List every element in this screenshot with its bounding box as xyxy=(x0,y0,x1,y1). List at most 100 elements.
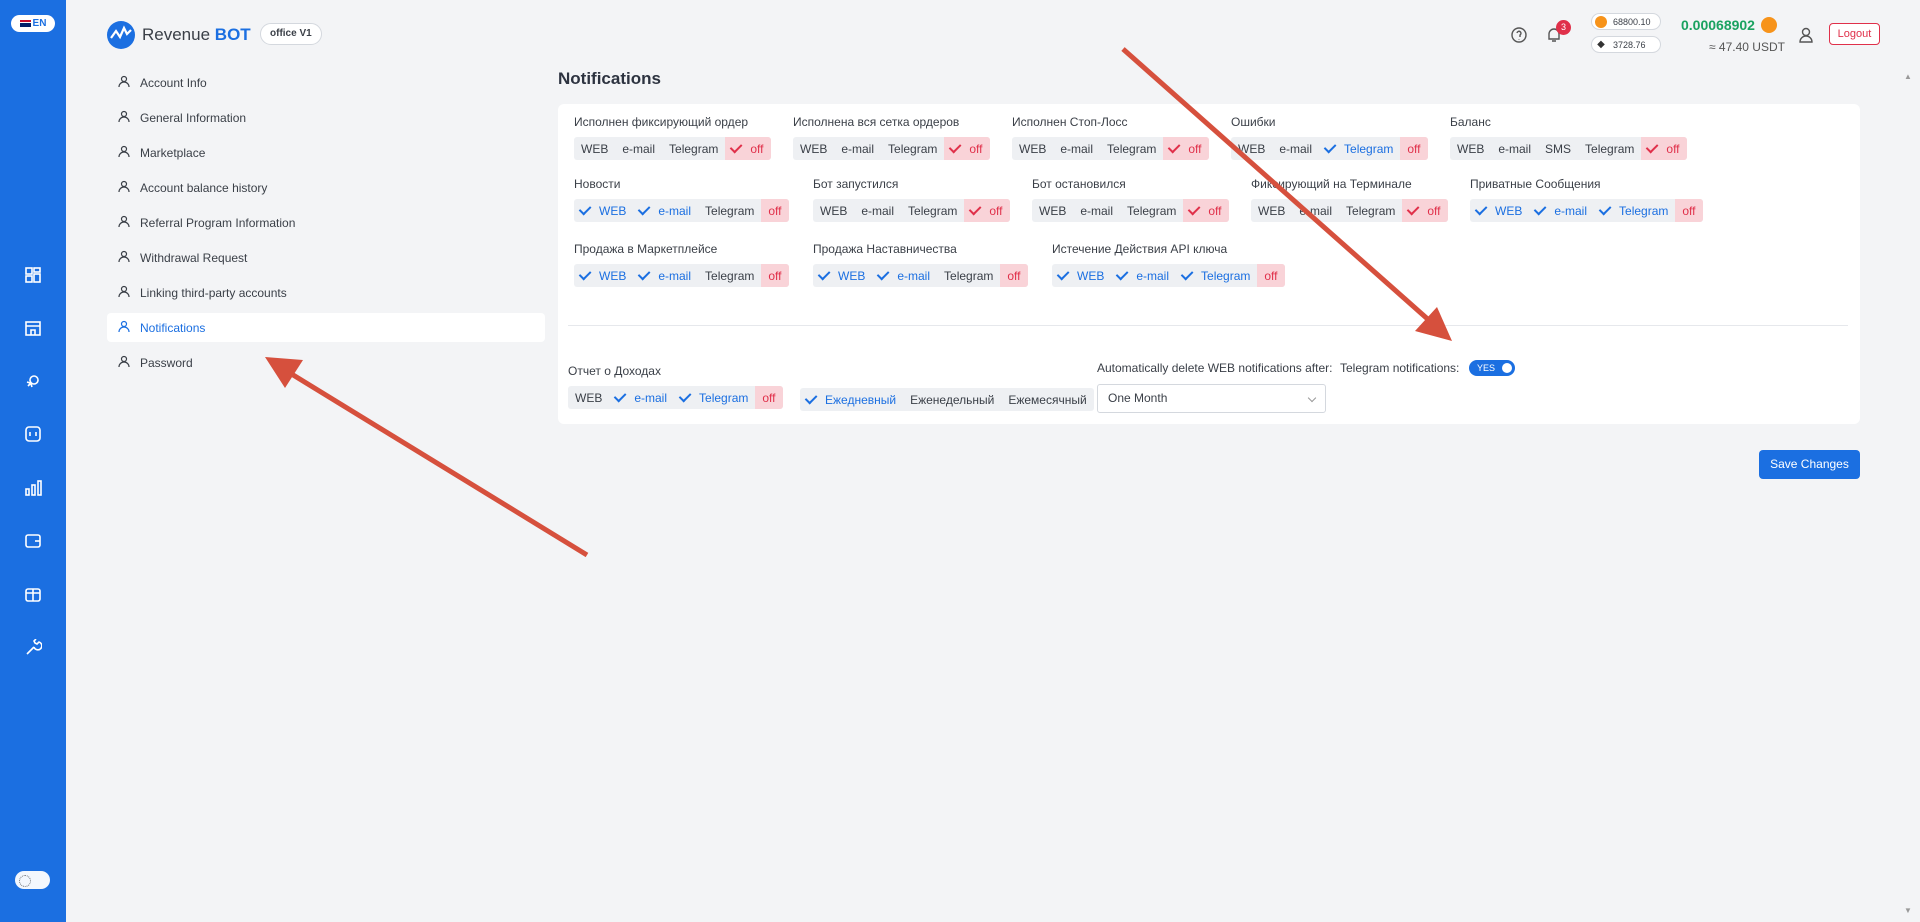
channel-option[interactable]: Telegram xyxy=(674,386,755,409)
menu-item-linking-third-party-accounts[interactable]: Linking third-party accounts xyxy=(107,278,545,307)
logout-button[interactable]: Logout xyxy=(1829,23,1880,45)
channel-option[interactable]: Telegram xyxy=(1578,137,1641,160)
off-option[interactable]: off xyxy=(944,137,990,160)
channel-option[interactable]: e-mail xyxy=(872,264,937,287)
store-icon[interactable] xyxy=(22,317,44,339)
off-option[interactable]: off xyxy=(964,199,1010,222)
rocket-icon[interactable] xyxy=(22,370,44,392)
menu-item-marketplace[interactable]: Marketplace xyxy=(107,138,545,167)
channel-option[interactable]: e-mail xyxy=(834,137,881,160)
off-option[interactable]: off xyxy=(1402,199,1448,222)
frequency-option[interactable]: Еженедельный xyxy=(903,388,1001,411)
channel-option[interactable]: e-mail xyxy=(1272,137,1319,160)
check-icon xyxy=(1407,202,1420,216)
off-option[interactable]: off xyxy=(1183,199,1229,222)
channel-option[interactable]: e-mail xyxy=(609,386,674,409)
channel-option[interactable]: WEB xyxy=(1012,137,1053,160)
wrench-icon[interactable] xyxy=(22,637,44,659)
page-title: Notifications xyxy=(558,69,661,88)
frequency-option[interactable]: Ежедневный xyxy=(800,388,903,411)
channel-option[interactable]: WEB xyxy=(1052,264,1111,287)
channel-option[interactable]: Telegram xyxy=(937,264,1000,287)
channel-option[interactable]: Telegram xyxy=(1339,199,1402,222)
menu-item-referral-program-information[interactable]: Referral Program Information xyxy=(107,208,545,237)
channel-option[interactable]: Telegram xyxy=(1176,264,1257,287)
channel-option-label: e-mail xyxy=(1279,141,1313,156)
menu-item-notifications[interactable]: Notifications xyxy=(107,313,545,342)
channel-option[interactable]: e-mail xyxy=(1491,137,1538,160)
brand-logo[interactable]: Revenue BOT xyxy=(106,20,251,50)
channel-option[interactable]: WEB xyxy=(813,199,854,222)
channel-option[interactable]: Telegram xyxy=(881,137,944,160)
dashboard-icon[interactable] xyxy=(22,264,44,286)
channel-option[interactable]: e-mail xyxy=(1053,137,1100,160)
channel-option[interactable]: WEB xyxy=(1470,199,1529,222)
channel-option[interactable]: e-mail xyxy=(1529,199,1594,222)
menu-item-withdrawal-request[interactable]: Withdrawal Request xyxy=(107,243,545,272)
help-icon[interactable] xyxy=(1508,24,1530,46)
menu-item-account-balance-history[interactable]: Account balance history xyxy=(107,173,545,202)
auto-delete-select[interactable]: One Month xyxy=(1097,384,1326,413)
gift-icon[interactable] xyxy=(22,583,44,605)
channel-options: WEB e-mail Telegram off xyxy=(574,264,789,287)
channel-option[interactable]: Telegram xyxy=(698,199,761,222)
wallet-bitcoin-icon[interactable] xyxy=(1758,14,1780,36)
off-option[interactable]: off xyxy=(755,386,783,409)
off-option[interactable]: off xyxy=(1641,137,1687,160)
channel-option-label: Telegram xyxy=(705,268,755,283)
channel-options: WEB e-mail Telegram off xyxy=(1012,137,1209,160)
channel-option[interactable]: Telegram xyxy=(1100,137,1163,160)
channel-option[interactable]: WEB xyxy=(574,264,633,287)
channel-option[interactable]: e-mail xyxy=(1073,199,1120,222)
channel-option[interactable]: Telegram xyxy=(1594,199,1675,222)
channel-option[interactable]: Telegram xyxy=(662,137,725,160)
chart-icon[interactable] xyxy=(22,477,44,499)
channel-option[interactable]: Telegram xyxy=(1319,137,1400,160)
channel-option[interactable]: WEB xyxy=(574,137,615,160)
wallet-icon[interactable] xyxy=(22,530,44,552)
channel-option[interactable]: WEB xyxy=(1251,199,1292,222)
off-option[interactable]: off xyxy=(1675,199,1703,222)
channel-options: WEB e-mail Telegram off xyxy=(574,199,789,222)
theme-toggle[interactable] xyxy=(15,871,50,889)
off-option[interactable]: off xyxy=(1257,264,1285,287)
save-changes-button[interactable]: Save Changes xyxy=(1759,450,1860,479)
channel-option[interactable]: SMS xyxy=(1538,137,1578,160)
channel-option[interactable]: WEB xyxy=(568,386,609,409)
channel-option[interactable]: e-mail xyxy=(633,264,698,287)
channel-option[interactable]: e-mail xyxy=(633,199,698,222)
user-profile-icon[interactable] xyxy=(1795,24,1817,46)
menu-item-password[interactable]: Password xyxy=(107,348,545,377)
menu-item-general-information[interactable]: General Information xyxy=(107,103,545,132)
frequency-option[interactable]: Ежемесячный xyxy=(1001,388,1093,411)
off-option[interactable]: off xyxy=(1000,264,1028,287)
telegram-notifications-toggle[interactable]: YES xyxy=(1469,360,1515,376)
language-switch[interactable]: EN xyxy=(11,15,55,32)
off-option[interactable]: off xyxy=(1400,137,1428,160)
channel-option[interactable]: WEB xyxy=(793,137,834,160)
channel-option[interactable]: WEB xyxy=(1032,199,1073,222)
scroll-up-icon[interactable]: ▲ xyxy=(1904,72,1912,81)
channel-option[interactable]: Telegram xyxy=(901,199,964,222)
channel-option[interactable]: e-mail xyxy=(854,199,901,222)
off-option[interactable]: off xyxy=(761,199,789,222)
channel-option[interactable]: WEB xyxy=(1450,137,1491,160)
off-option[interactable]: off xyxy=(761,264,789,287)
off-option[interactable]: off xyxy=(725,137,771,160)
channel-option[interactable]: e-mail xyxy=(615,137,662,160)
channel-option[interactable]: Telegram xyxy=(698,264,761,287)
channel-option[interactable]: WEB xyxy=(813,264,872,287)
menu-item-account-info[interactable]: Account Info xyxy=(107,68,545,97)
off-option[interactable]: off xyxy=(1163,137,1209,160)
notification-group-label: Приватные Сообщения xyxy=(1470,177,1601,191)
channel-option[interactable]: Telegram xyxy=(1120,199,1183,222)
office-version-badge[interactable]: office V1 xyxy=(260,23,322,45)
channel-option[interactable]: WEB xyxy=(574,199,633,222)
scroll-down-icon[interactable]: ▼ xyxy=(1904,906,1912,915)
bot-icon[interactable] xyxy=(22,423,44,445)
frequency-option-label: Еженедельный xyxy=(910,392,995,407)
channel-option[interactable]: e-mail xyxy=(1292,199,1339,222)
channel-option[interactable]: e-mail xyxy=(1111,264,1176,287)
channel-option[interactable]: WEB xyxy=(1231,137,1272,160)
channel-option-label: e-mail xyxy=(1136,268,1170,283)
